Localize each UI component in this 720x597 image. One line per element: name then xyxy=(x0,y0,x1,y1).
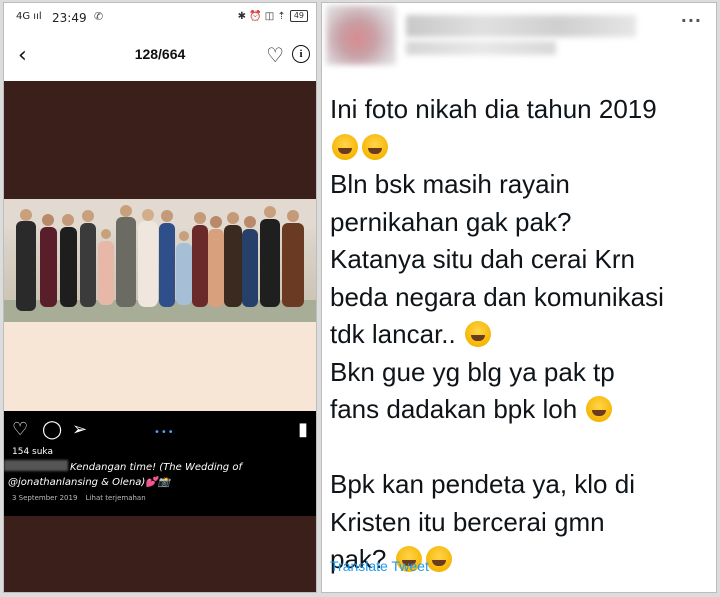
see-translation-link[interactable]: Lihat terjemahan xyxy=(86,494,146,502)
tweet-screenshot: ··· Ini foto nikah dia tahun 2019 Bln bs… xyxy=(321,2,717,593)
tweet-line: pernikahan gak pak? xyxy=(330,206,572,237)
tweet-line: Katanya situ dah cerai Krn xyxy=(330,244,635,274)
status-time: 23:49 xyxy=(52,11,87,25)
signal-icon: 4G ııl xyxy=(16,11,42,22)
post-meta: 3 September 2019 Lihat terjemahan xyxy=(12,494,146,502)
comment-icon[interactable]: ◯ xyxy=(42,419,62,440)
post-background-bottom xyxy=(4,516,316,592)
rofl-emoji-icon xyxy=(362,133,388,160)
post-background xyxy=(4,81,316,411)
tweet-line: Ini foto nikah dia tahun 2019 xyxy=(330,94,657,124)
wedding-group-photo[interactable] xyxy=(4,199,316,322)
tweet-line: beda negara dan komunikasi xyxy=(330,281,664,312)
more-options-icon[interactable]: ··· xyxy=(681,11,702,30)
thinking-emoji-icon xyxy=(425,546,452,572)
folded-hands-emoji-icon xyxy=(586,396,613,422)
info-icon[interactable]: i xyxy=(292,45,310,63)
photo-mat xyxy=(4,322,316,411)
redacted-handle xyxy=(406,41,556,55)
redacted-display-name xyxy=(406,15,636,37)
tweet-line: fans dadakan bpk loh xyxy=(330,394,578,424)
instagram-screenshot: 4G ııl 23:49 ✆ ✱ ⏰ ◫ ⇡ 49 ‹ 128/664 ♡ i xyxy=(3,2,317,593)
rofl-emoji-icon xyxy=(332,133,358,160)
tweet-line: Kristen itu bercerai gmn xyxy=(330,506,605,537)
tweet-line: Bln bsk masih rayain xyxy=(330,169,570,199)
caption-text: Kendangan time! (The Wedding of @jonatha… xyxy=(8,462,242,488)
post-viewer-header: ‹ 128/664 ♡ i xyxy=(4,31,316,81)
likes-count[interactable]: 154 suka xyxy=(12,447,53,457)
heart-icon[interactable]: ♡ xyxy=(266,43,284,67)
tweet-text: Ini foto nikah dia tahun 2019 Bln bsk ma… xyxy=(330,91,714,579)
post-actions-bar: ♡ ◯ ➢ ••• ▮ 154 suka Kendangan time! (Th… xyxy=(4,411,316,516)
tweet-line: Bkn gue yg blg ya pak tp xyxy=(330,356,615,387)
share-icon[interactable]: ➢ xyxy=(72,419,87,440)
status-system-icons: ✱ ⏰ ◫ ⇡ xyxy=(237,10,286,22)
hand-over-mouth-emoji-icon xyxy=(464,321,491,347)
whatsapp-icon: ✆ xyxy=(94,10,104,23)
carousel-dots: ••• xyxy=(154,427,175,438)
post-date: 3 September 2019 xyxy=(12,494,78,502)
tweet-line: tdk lancar.. xyxy=(330,319,456,349)
battery-icon: 49 xyxy=(289,10,308,22)
status-bar: 4G ııl 23:49 ✆ ✱ ⏰ ◫ ⇡ 49 xyxy=(4,3,316,31)
like-heart-icon[interactable]: ♡ xyxy=(12,419,28,440)
translate-tweet-link[interactable]: Translate Tweet xyxy=(330,558,429,574)
status-icons: ✱ ⏰ ◫ ⇡ 49 xyxy=(238,10,308,22)
bookmark-icon[interactable]: ▮ xyxy=(298,419,308,440)
post-caption: Kendangan time! (The Wedding of @jonatha… xyxy=(8,460,312,490)
tweet-line: Bpk kan pendeta ya, klo di xyxy=(330,469,635,499)
group-people-illustration xyxy=(4,199,316,311)
avatar[interactable] xyxy=(326,5,396,65)
